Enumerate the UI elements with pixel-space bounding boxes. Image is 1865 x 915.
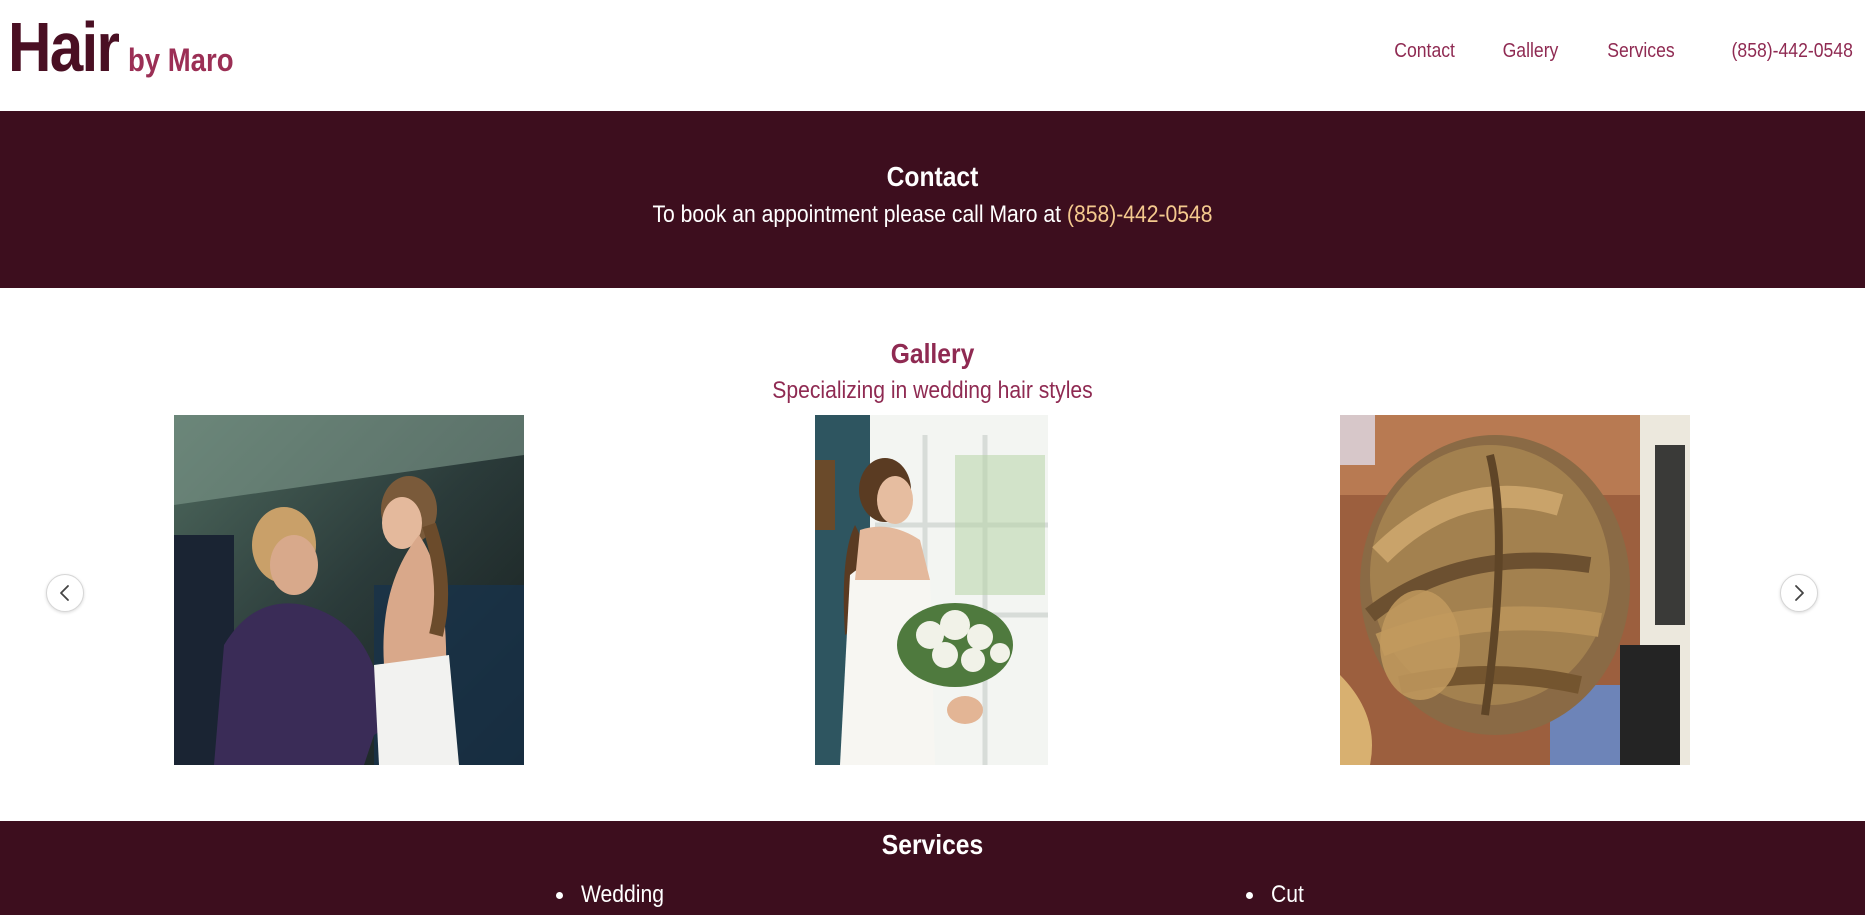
services-title: Services (881, 829, 984, 860)
contact-text-line: To book an appointment please call Maro … (112, 201, 1753, 229)
gallery-photo-2-image (815, 415, 1048, 765)
service-item-cut: Cut (1246, 881, 1308, 909)
carousel-next-button[interactable] (1780, 574, 1818, 612)
service-label: Cut (1271, 881, 1304, 908)
chevron-right-icon (1795, 585, 1804, 601)
brand-logo[interactable]: Hair by Maro (8, 12, 251, 82)
gallery-photo-2[interactable] (815, 415, 1048, 765)
gallery-subtitle: Specializing in wedding hair styles (772, 377, 1093, 404)
nav-link-contact[interactable]: Contact (1394, 40, 1455, 63)
gallery-photo-1[interactable] (174, 415, 524, 765)
contact-phone-link[interactable]: (858)-442-0548 (1067, 201, 1213, 228)
nav-link-phone[interactable]: (858)-442-0548 (1732, 40, 1853, 63)
gallery-photo-3[interactable] (1340, 415, 1690, 765)
nav-link-gallery[interactable]: Gallery (1503, 40, 1559, 63)
gallery-title: Gallery (890, 338, 975, 369)
contact-text: To book an appointment please call Maro … (652, 201, 1062, 228)
top-nav: Contact Gallery Services (858)-442-0548 (1386, 40, 1853, 63)
brand-main-text: Hair (8, 8, 120, 86)
bullet-icon (556, 891, 563, 899)
gallery-section: Gallery Specializing in wedding hair sty… (0, 288, 1865, 821)
brand-sub-text: by Maro (128, 42, 234, 78)
site-header: Hair by Maro Contact Gallery Services (8… (0, 0, 1865, 111)
gallery-photo-3-image (1340, 415, 1690, 765)
service-item-wedding: Wedding (556, 881, 675, 909)
bullet-icon (1246, 891, 1253, 899)
gallery-photo-1-image (174, 415, 524, 765)
services-section: Services Wedding Cut (0, 821, 1865, 915)
contact-section: Contact To book an appointment please ca… (0, 111, 1865, 288)
nav-link-services[interactable]: Services (1608, 40, 1675, 63)
carousel-prev-button[interactable] (46, 574, 84, 612)
service-label: Wedding (581, 881, 664, 908)
contact-title: Contact (886, 161, 979, 192)
chevron-left-icon (60, 585, 69, 601)
